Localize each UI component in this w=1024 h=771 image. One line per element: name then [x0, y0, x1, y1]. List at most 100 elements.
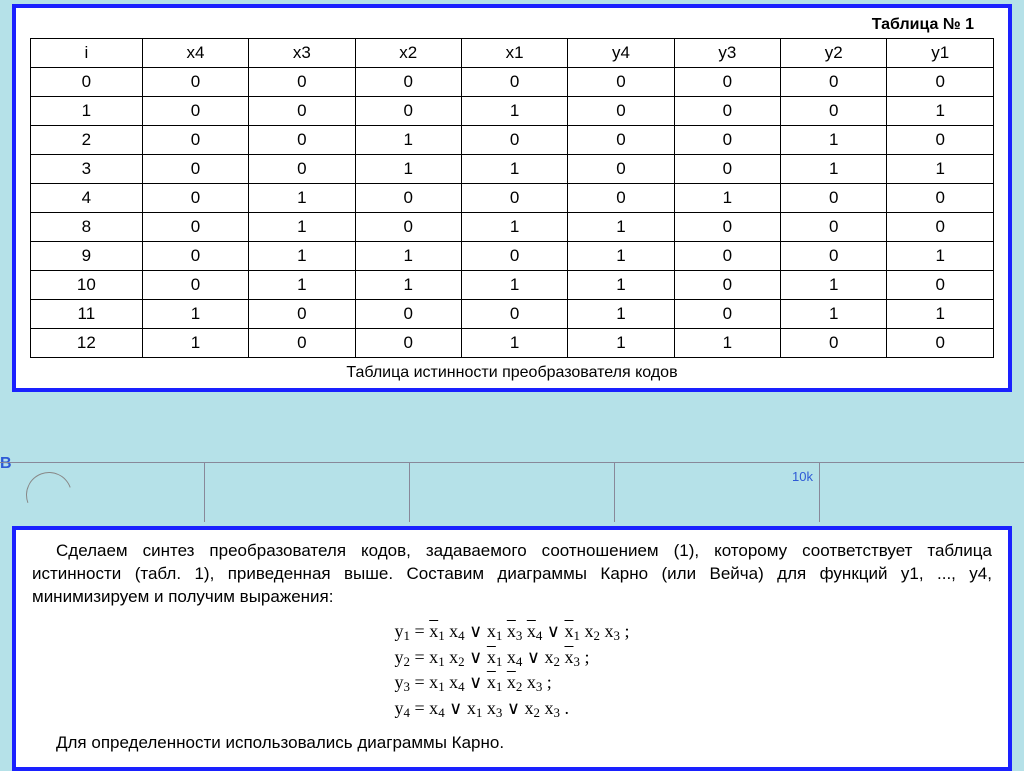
col-y4: y4 — [568, 39, 674, 68]
table-cell: 0 — [887, 271, 994, 300]
table-cell: 0 — [887, 68, 994, 97]
table-cell: 0 — [461, 300, 567, 329]
table-cell: 1 — [355, 155, 461, 184]
table-cell: 0 — [674, 155, 780, 184]
table-cell: 1 — [355, 126, 461, 155]
table-row: 1210011100 — [31, 329, 994, 358]
table-cell: 1 — [461, 97, 567, 126]
table-cell: 0 — [249, 329, 355, 358]
table-cell: 0 — [355, 184, 461, 213]
table-cell: 0 — [461, 242, 567, 271]
table-row: 1001111010 — [31, 271, 994, 300]
table-row: 401000100 — [31, 184, 994, 213]
table-cell: 1 — [568, 242, 674, 271]
table-cell: 1 — [781, 126, 887, 155]
table-cell: 1 — [461, 155, 567, 184]
table-cell: 0 — [674, 126, 780, 155]
table-cell: 0 — [142, 126, 248, 155]
table-cell: 0 — [142, 184, 248, 213]
table-cell: 0 — [249, 126, 355, 155]
table-cell: 0 — [461, 68, 567, 97]
table-cell: 8 — [31, 213, 143, 242]
table-title: Таблица № 1 — [30, 16, 974, 34]
table-row: 901101001 — [31, 242, 994, 271]
formula-block: y1 = x1 x4 ∨ x1 x3 x4 ∨ x1 x2 x3 ; y2 = … — [395, 619, 630, 722]
paragraph-synthesis: Сделаем синтез преобразователя кодов, за… — [32, 540, 992, 609]
table-cell: 0 — [887, 213, 994, 242]
table-cell: 0 — [142, 213, 248, 242]
table-cell: 1 — [249, 271, 355, 300]
table-cell: 0 — [674, 68, 780, 97]
table-row: 000000000 — [31, 68, 994, 97]
table-cell: 0 — [674, 242, 780, 271]
col-x3: x3 — [249, 39, 355, 68]
table-header-row: i x4 x3 x2 x1 y4 y3 y2 y1 — [31, 39, 994, 68]
table-cell: 0 — [355, 68, 461, 97]
table-cell: 0 — [142, 97, 248, 126]
table-cell: 0 — [568, 68, 674, 97]
table-row: 200100010 — [31, 126, 994, 155]
table-cell: 0 — [781, 329, 887, 358]
table-cell: 0 — [355, 97, 461, 126]
table-cell: 0 — [781, 97, 887, 126]
bg-grid: 10k — [0, 462, 1024, 522]
truth-table-panel: Таблица № 1 i x4 x3 x2 x1 y4 y3 y2 y1 00… — [12, 4, 1012, 392]
col-y3: y3 — [674, 39, 780, 68]
table-cell: 0 — [142, 155, 248, 184]
table-cell: 0 — [142, 68, 248, 97]
table-cell: 1 — [249, 213, 355, 242]
col-x4: x4 — [142, 39, 248, 68]
table-cell: 0 — [142, 271, 248, 300]
table-cell: 0 — [461, 184, 567, 213]
footer-note: Для определенности использовались диагра… — [32, 732, 992, 755]
formula-y2: y2 = x1 x2 ∨ x1 x4 ∨ x2 x3 ; — [395, 645, 630, 671]
table-cell: 9 — [31, 242, 143, 271]
table-cell: 1 — [249, 184, 355, 213]
table-cell: 1 — [568, 300, 674, 329]
table-cell: 0 — [568, 97, 674, 126]
table-cell: 0 — [887, 126, 994, 155]
table-cell: 0 — [781, 184, 887, 213]
table-cell: 0 — [674, 213, 780, 242]
table-cell: 1 — [461, 329, 567, 358]
table-cell: 0 — [568, 184, 674, 213]
table-cell: 1 — [887, 97, 994, 126]
table-cell: 1 — [781, 271, 887, 300]
table-cell: 3 — [31, 155, 143, 184]
col-y1: y1 — [887, 39, 994, 68]
table-cell: 11 — [31, 300, 143, 329]
table-cell: 1 — [142, 329, 248, 358]
table-cell: 0 — [781, 68, 887, 97]
col-y2: y2 — [781, 39, 887, 68]
truth-table: i x4 x3 x2 x1 y4 y3 y2 y1 00000000010001… — [30, 38, 994, 358]
table-cell: 10 — [31, 271, 143, 300]
table-cell: 1 — [568, 329, 674, 358]
table-cell: 0 — [249, 68, 355, 97]
table-cell: 0 — [461, 126, 567, 155]
stray-10k-label: 10k — [792, 469, 813, 484]
table-cell: 1 — [142, 300, 248, 329]
table-cell: 2 — [31, 126, 143, 155]
col-x2: x2 — [355, 39, 461, 68]
table-cell: 0 — [887, 184, 994, 213]
table-cell: 0 — [674, 300, 780, 329]
table-cell: 1 — [355, 271, 461, 300]
table-cell: 1 — [674, 184, 780, 213]
col-x1: x1 — [461, 39, 567, 68]
table-cell: 1 — [568, 271, 674, 300]
table-cell: 1 — [674, 329, 780, 358]
formula-y1: y1 = x1 x4 ∨ x1 x3 x4 ∨ x1 x2 x3 ; — [395, 619, 630, 645]
table-cell: 0 — [674, 271, 780, 300]
table-cell: 0 — [887, 329, 994, 358]
table-cell: 1 — [355, 242, 461, 271]
table-cell: 1 — [781, 155, 887, 184]
table-cell: 0 — [781, 213, 887, 242]
table-cell: 0 — [355, 300, 461, 329]
table-cell: 4 — [31, 184, 143, 213]
table-cell: 12 — [31, 329, 143, 358]
table-cell: 0 — [355, 213, 461, 242]
table-cell: 1 — [887, 300, 994, 329]
table-cell: 0 — [568, 155, 674, 184]
table-row: 100010001 — [31, 97, 994, 126]
table-cell: 0 — [249, 300, 355, 329]
